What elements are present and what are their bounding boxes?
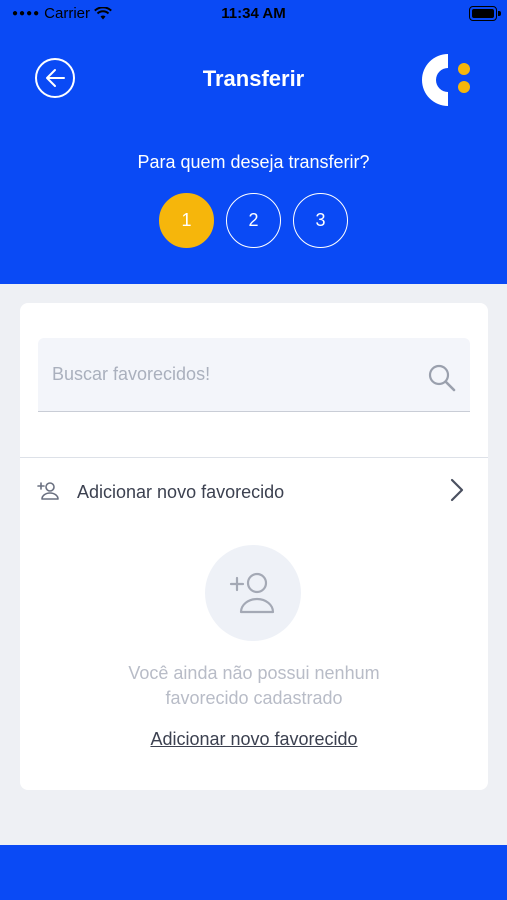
brand-logo-icon [422,54,470,106]
transfer-prompt: Para quem deseja transferir? [137,152,370,172]
add-favorite-link[interactable]: Adicionar novo favorecido [20,729,488,750]
search-input[interactable] [50,358,414,390]
add-favorite-label: Adicionar novo favorecido [77,482,285,502]
battery-icon [469,6,501,21]
empty-state-illustration [205,545,301,641]
empty-message-line-1: Você ainda não possui nenhum [128,663,380,683]
step-3: 3 [293,193,348,248]
status-time: 11:34 AM [221,5,286,22]
search-icon[interactable] [428,364,456,392]
search-box [38,338,470,412]
chevron-right-icon [450,478,464,502]
empty-state-message: Você ainda não possui nenhum favorecido … [20,661,488,711]
add-user-icon [229,572,275,614]
header: ●●●● Carrier 11:34 AM Transferir Para qu… [0,0,507,284]
status-bar: ●●●● Carrier 11:34 AM [0,0,507,28]
divider [20,457,488,458]
step-1: 1 [159,193,214,248]
step-indicator: 1 2 3 [159,193,348,248]
add-favorite-row[interactable]: Adicionar novo favorecido [20,473,488,511]
empty-message-line-2: favorecido cadastrado [165,688,343,708]
bottom-bar [0,845,507,900]
step-2: 2 [226,193,281,248]
favorites-card: Adicionar novo favorecido Você ainda não… [20,303,488,790]
add-user-icon [37,482,59,500]
